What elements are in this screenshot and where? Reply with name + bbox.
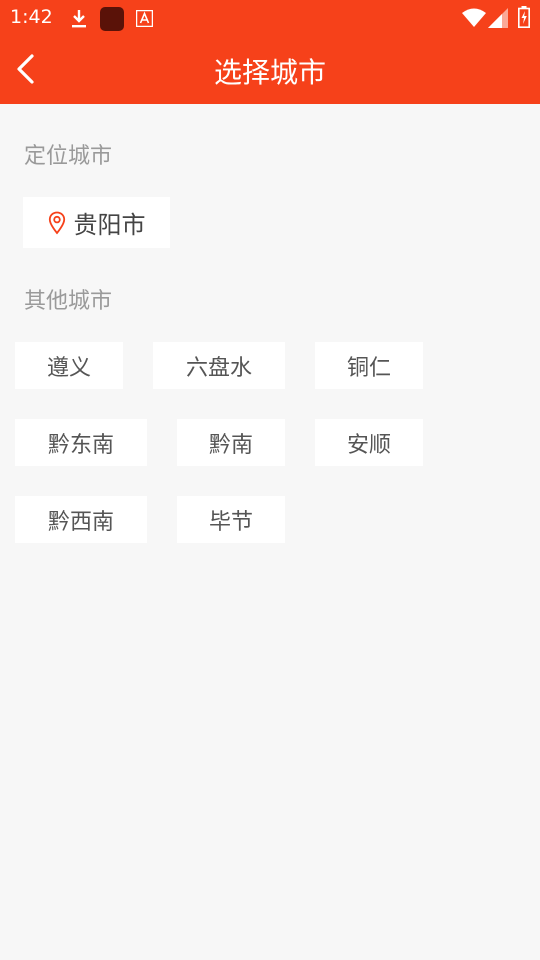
city-chip[interactable]: 毕节 xyxy=(177,496,285,543)
status-time: 1:42 xyxy=(10,6,53,28)
city-chip[interactable]: 六盘水 xyxy=(153,342,285,389)
app-header: 1:42 选择城市 xyxy=(0,0,540,104)
app-notification-icon xyxy=(100,7,124,31)
city-chip[interactable]: 铜仁 xyxy=(315,342,423,389)
font-app-icon xyxy=(136,10,153,27)
city-chip[interactable]: 遵义 xyxy=(15,342,123,389)
located-city-name: 贵阳市 xyxy=(73,211,146,239)
city-chip[interactable]: 黔西南 xyxy=(15,496,147,543)
other-cities-label: 其他城市 xyxy=(24,289,113,314)
title-bar: 选择城市 xyxy=(0,36,540,104)
city-chip[interactable]: 安顺 xyxy=(315,419,423,466)
wifi-icon xyxy=(462,8,486,27)
status-bar: 1:42 xyxy=(0,0,540,36)
city-chip[interactable]: 黔南 xyxy=(177,419,285,466)
city-chip[interactable]: 黔东南 xyxy=(15,419,147,466)
located-city-label: 定位城市 xyxy=(24,144,113,169)
download-icon xyxy=(72,10,86,28)
battery-charging-icon xyxy=(518,6,530,28)
location-pin-icon xyxy=(48,211,65,234)
page-title: 选择城市 xyxy=(213,56,326,89)
signal-icon xyxy=(488,8,508,28)
located-city-chip[interactable]: 贵阳市 xyxy=(23,197,170,248)
